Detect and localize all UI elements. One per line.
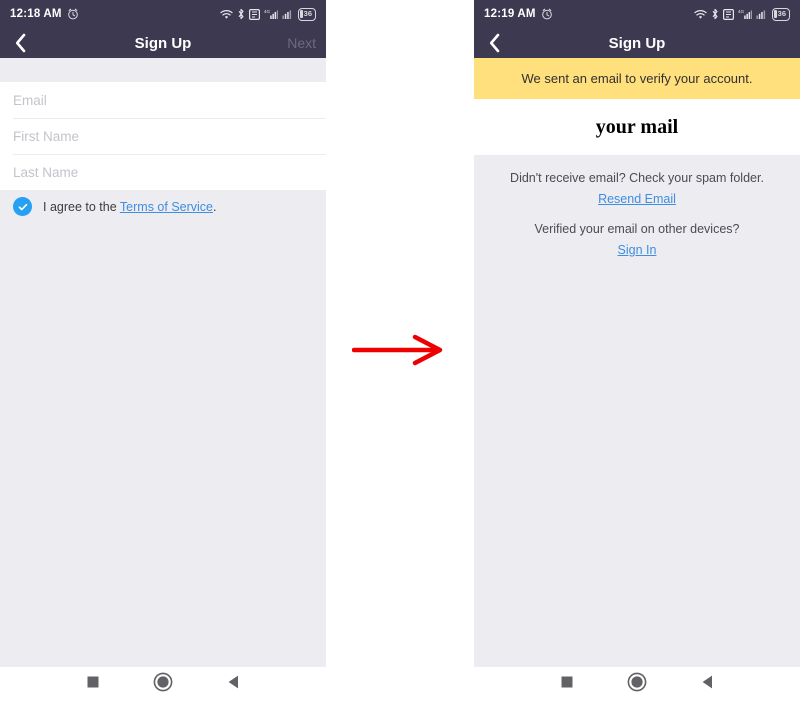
- app-header: Sign Up Next: [0, 28, 326, 58]
- square-icon: [561, 676, 572, 688]
- terms-of-service-link[interactable]: Terms of Service: [120, 200, 213, 214]
- terms-checkbox[interactable]: [13, 197, 32, 216]
- email-field[interactable]: Email: [0, 82, 326, 118]
- last-name-field-placeholder: Last Name: [13, 164, 79, 180]
- verified-other-devices-text: Verified your email on other devices?: [534, 222, 740, 236]
- back-button[interactable]: [6, 28, 34, 58]
- home-button[interactable]: [153, 672, 173, 697]
- nav-back-button[interactable]: [226, 674, 241, 695]
- page-title: Sign Up: [608, 34, 666, 52]
- square-icon: [87, 676, 98, 688]
- signal-4g-icon: 4G: [738, 9, 752, 19]
- next-button[interactable]: Next: [287, 28, 316, 58]
- screenshot-icon: [722, 8, 734, 20]
- check-icon: [18, 203, 27, 210]
- android-nav-bar: [0, 667, 326, 702]
- status-bar: 12:18 AM 4G 36: [0, 0, 326, 28]
- status-bar-left: 12:18 AM: [10, 8, 79, 20]
- mail-card: your mail: [474, 99, 800, 155]
- terms-agreement-row[interactable]: I agree to the Terms of Service.: [0, 190, 326, 223]
- signal-4g-icon: 4G: [264, 9, 278, 19]
- bluetooth-icon: [238, 8, 244, 20]
- top-spacer: [0, 58, 326, 82]
- recents-button[interactable]: [560, 675, 574, 694]
- bluetooth-icon: [712, 8, 718, 20]
- svg-text:4G: 4G: [738, 9, 745, 14]
- battery-icon: 36: [297, 7, 316, 21]
- status-bar-clock: 12:19 AM: [484, 8, 536, 20]
- terms-prefix: I agree to the: [43, 199, 120, 214]
- terms-label: I agree to the Terms of Service.: [43, 200, 217, 214]
- signup-form-body: Email First Name Last Name I agree to th…: [0, 58, 326, 667]
- triangle-left-icon: [702, 675, 712, 689]
- spam-folder-text: Didn't receive email? Check your spam fo…: [510, 171, 764, 185]
- verification-banner-text: We sent an email to verify your account.: [521, 71, 753, 86]
- verify-email-body: We sent an email to verify your account.…: [474, 58, 800, 667]
- sign-in-link[interactable]: Sign In: [618, 243, 657, 257]
- email-field-placeholder: Email: [13, 92, 47, 108]
- svg-text:4G: 4G: [264, 9, 271, 14]
- nav-back-button[interactable]: [700, 674, 715, 695]
- resend-email-link[interactable]: Resend Email: [598, 192, 676, 206]
- signal-icon: [282, 10, 291, 19]
- wifi-icon: [220, 9, 233, 19]
- chevron-left-icon: [15, 33, 25, 53]
- verification-banner: We sent an email to verify your account.: [474, 58, 800, 99]
- app-header: Sign Up: [474, 28, 800, 58]
- android-nav-bar: [474, 667, 800, 702]
- circle-icon: [627, 672, 646, 692]
- triangle-left-icon: [228, 675, 238, 689]
- terms-suffix: .: [213, 199, 217, 214]
- alarm-icon: [67, 8, 78, 20]
- first-name-field-placeholder: First Name: [13, 128, 80, 144]
- status-bar-right: 4G 36: [220, 7, 316, 21]
- signal-icon: [756, 10, 765, 19]
- battery-icon: 36: [771, 7, 790, 21]
- status-bar-left: 12:19 AM: [484, 8, 553, 20]
- verify-help-section: Didn't receive email? Check your spam fo…: [474, 155, 800, 259]
- alarm-icon: [541, 8, 552, 20]
- first-name-field[interactable]: First Name: [0, 118, 326, 154]
- status-bar-clock: 12:18 AM: [10, 8, 62, 20]
- status-bar: 12:19 AM 4G 36: [474, 0, 800, 28]
- signup-form: Email First Name Last Name: [0, 82, 326, 190]
- last-name-field[interactable]: Last Name: [0, 154, 326, 190]
- mail-title: your mail: [595, 115, 679, 138]
- phone-screen-verify-email: 12:19 AM 4G 36 Sign Up We sent an email …: [474, 0, 800, 702]
- status-bar-right: 4G 36: [694, 7, 790, 21]
- recents-button[interactable]: [86, 675, 100, 694]
- page-title: Sign Up: [134, 34, 192, 52]
- back-button[interactable]: [480, 28, 508, 58]
- screenshot-icon: [248, 8, 260, 20]
- phone-screen-signup-form: 12:18 AM 4G 36 Sign Up Next Email First …: [0, 0, 326, 702]
- home-button[interactable]: [627, 672, 647, 697]
- wifi-icon: [694, 9, 707, 19]
- help-spacer: [474, 208, 800, 222]
- transition-arrow-icon: [352, 334, 443, 366]
- circle-icon: [153, 672, 172, 692]
- chevron-left-icon: [489, 33, 499, 53]
